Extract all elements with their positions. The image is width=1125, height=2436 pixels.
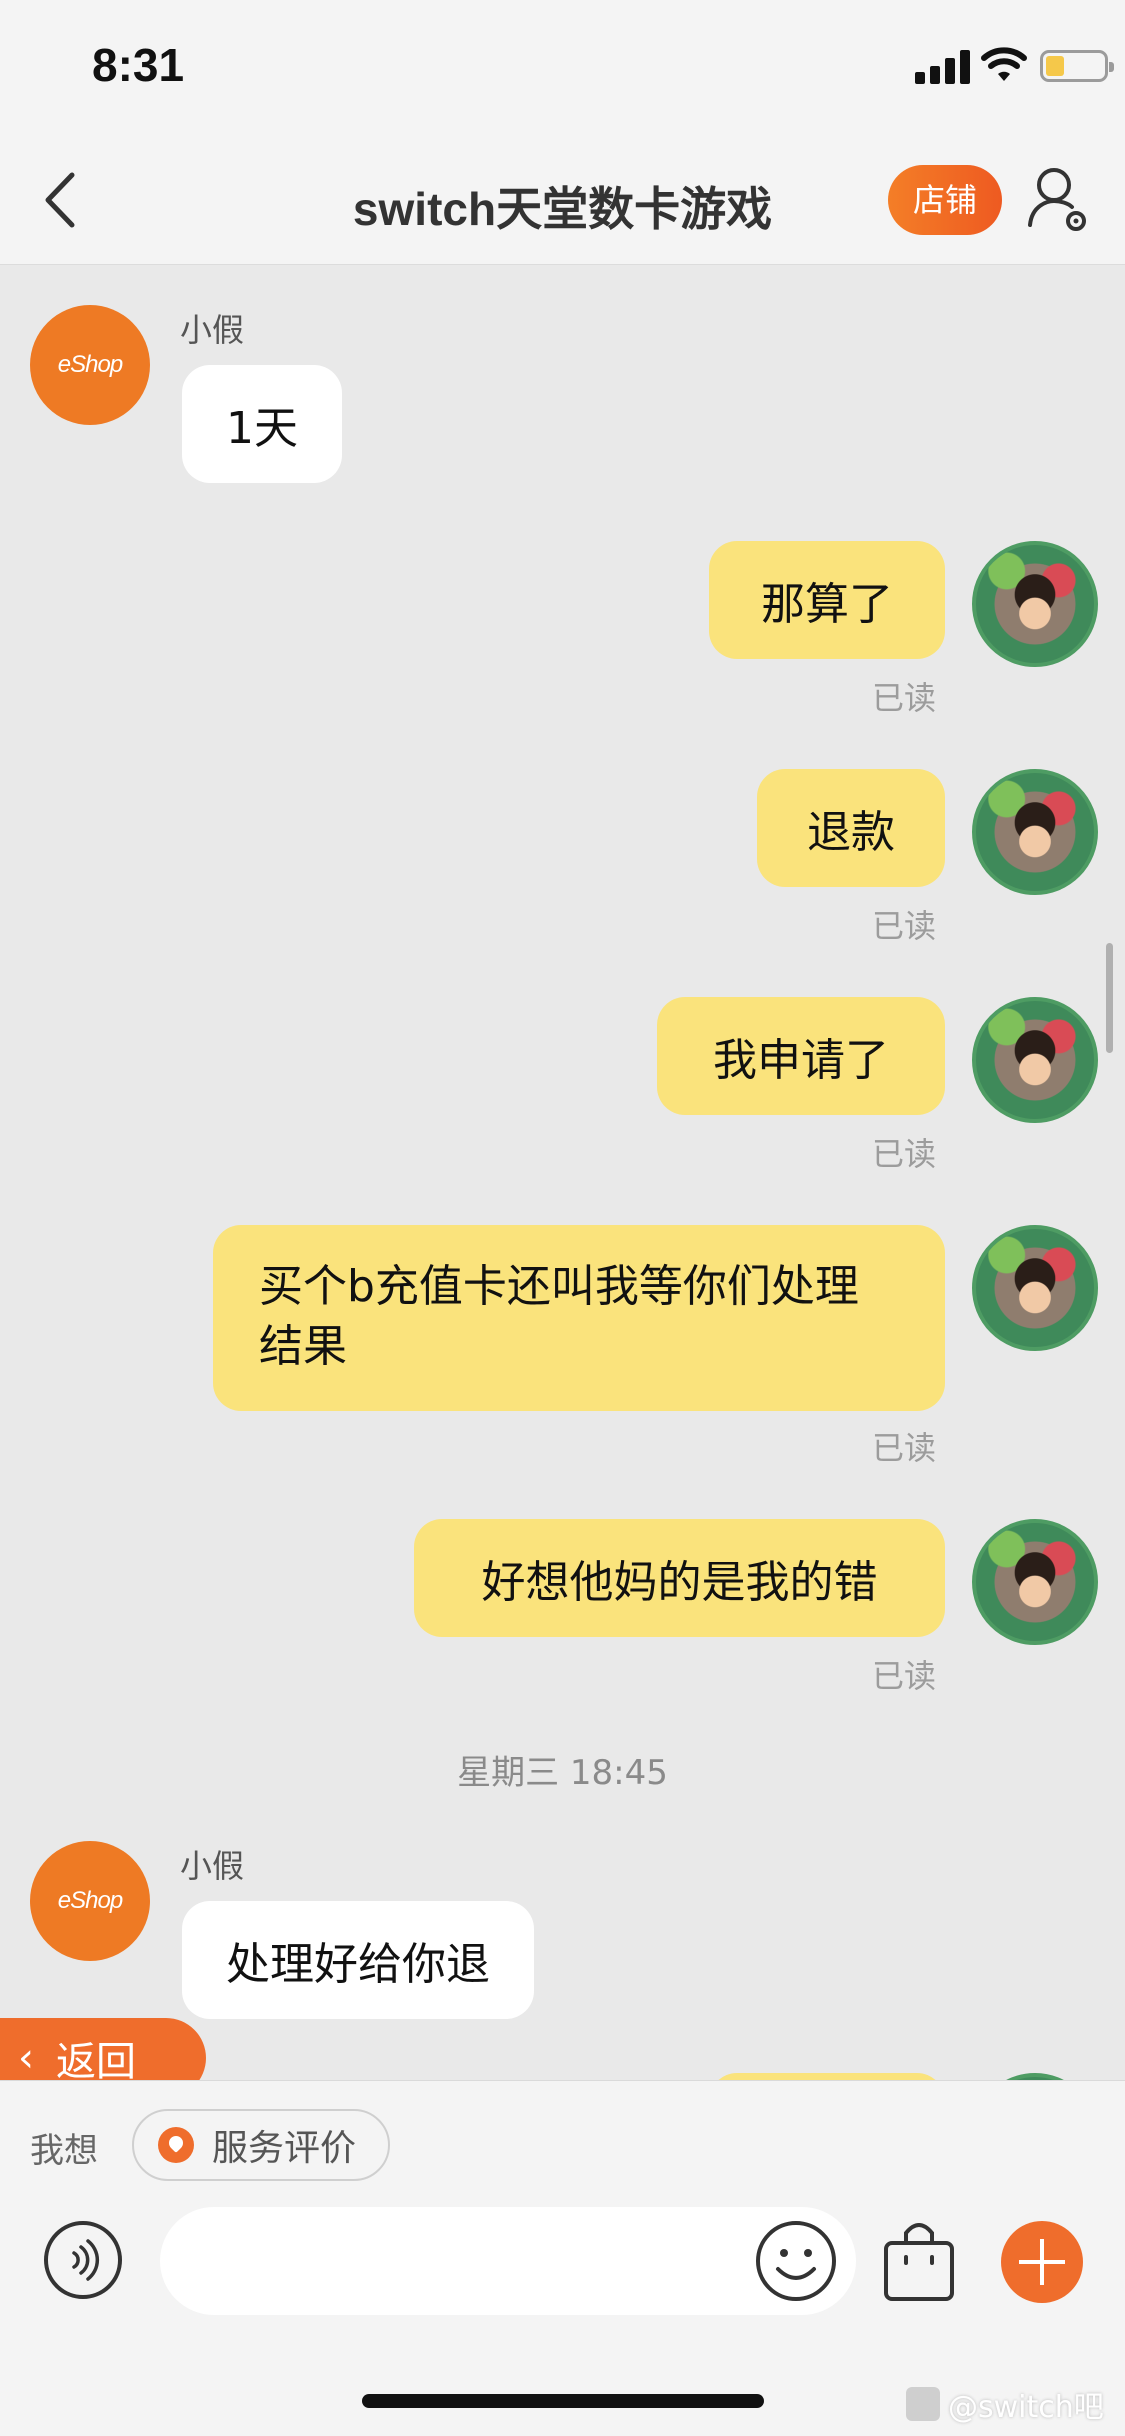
status-time: 8:31 bbox=[92, 39, 185, 91]
read-status: 已读 bbox=[872, 1135, 937, 1173]
user-avatar[interactable] bbox=[972, 997, 1098, 1123]
emoji-icon[interactable] bbox=[754, 2219, 838, 2303]
home-indicator[interactable] bbox=[362, 2394, 764, 2408]
wifi-icon bbox=[981, 47, 1027, 81]
cellular-signal-icon bbox=[915, 48, 971, 84]
user-avatar[interactable] bbox=[972, 541, 1098, 667]
user-settings-icon[interactable] bbox=[1026, 161, 1090, 239]
sender-name: 小假 bbox=[180, 1847, 245, 1885]
watermark-text: @switch吧 bbox=[948, 2390, 1104, 2425]
my-message-bubble[interactable]: 好想他妈的是我的错 bbox=[414, 1519, 945, 1637]
my-message-bubble[interactable]: 那算了 bbox=[709, 541, 945, 659]
time-separator: 星期三 18:45 bbox=[457, 1753, 668, 1793]
message-bubble[interactable]: 处理好给你退 bbox=[182, 1901, 534, 2019]
read-status: 已读 bbox=[872, 679, 937, 717]
service-rating-label: 服务评价 bbox=[212, 2128, 357, 2169]
nav-bar: switch天堂数卡游戏 店铺 bbox=[0, 135, 1125, 265]
shopping-bag-icon[interactable] bbox=[880, 2217, 958, 2303]
service-rating-chip[interactable]: 服务评价 bbox=[132, 2109, 390, 2181]
scrollbar[interactable] bbox=[1106, 943, 1113, 1053]
status-bar: 8:31 bbox=[0, 0, 1125, 135]
tieba-logo-icon bbox=[906, 2387, 940, 2421]
shop-button[interactable]: 店铺 bbox=[888, 165, 1002, 235]
add-more-button[interactable] bbox=[1001, 2221, 1083, 2303]
watermark: @switch吧 bbox=[906, 2382, 1104, 2426]
sender-name: 小假 bbox=[180, 311, 245, 349]
battery-icon bbox=[1040, 50, 1114, 82]
read-status: 已读 bbox=[872, 907, 937, 945]
return-label: 返回 bbox=[56, 2039, 136, 2085]
my-message-bubble-partial bbox=[709, 2073, 945, 2080]
user-avatar[interactable] bbox=[972, 1225, 1098, 1351]
message-input[interactable] bbox=[160, 2207, 856, 2315]
my-message-bubble[interactable]: 退款 bbox=[757, 769, 945, 887]
chevron-left-icon: ‹ bbox=[18, 2035, 34, 2081]
shop-avatar[interactable]: eShop bbox=[30, 305, 150, 425]
chat-area[interactable]: eShop 小假 1天 那算了 已读 退款 已读 我申请了 已读 买个b充值卡还… bbox=[0, 265, 1125, 2080]
read-status: 已读 bbox=[872, 1429, 937, 1467]
my-message-bubble[interactable]: 买个b充值卡还叫我等你们处理结果 bbox=[213, 1225, 945, 1411]
voice-input-icon[interactable] bbox=[42, 2219, 124, 2301]
user-avatar[interactable] bbox=[972, 769, 1098, 895]
user-avatar bbox=[972, 2073, 1098, 2080]
user-avatar[interactable] bbox=[972, 1519, 1098, 1645]
shop-avatar[interactable]: eShop bbox=[30, 1841, 150, 1961]
my-message-bubble[interactable]: 我申请了 bbox=[657, 997, 945, 1115]
read-status: 已读 bbox=[872, 1657, 937, 1695]
quick-action-label: 我想 bbox=[30, 2131, 98, 2171]
message-bubble[interactable]: 1天 bbox=[182, 365, 342, 483]
rating-icon bbox=[158, 2127, 194, 2163]
